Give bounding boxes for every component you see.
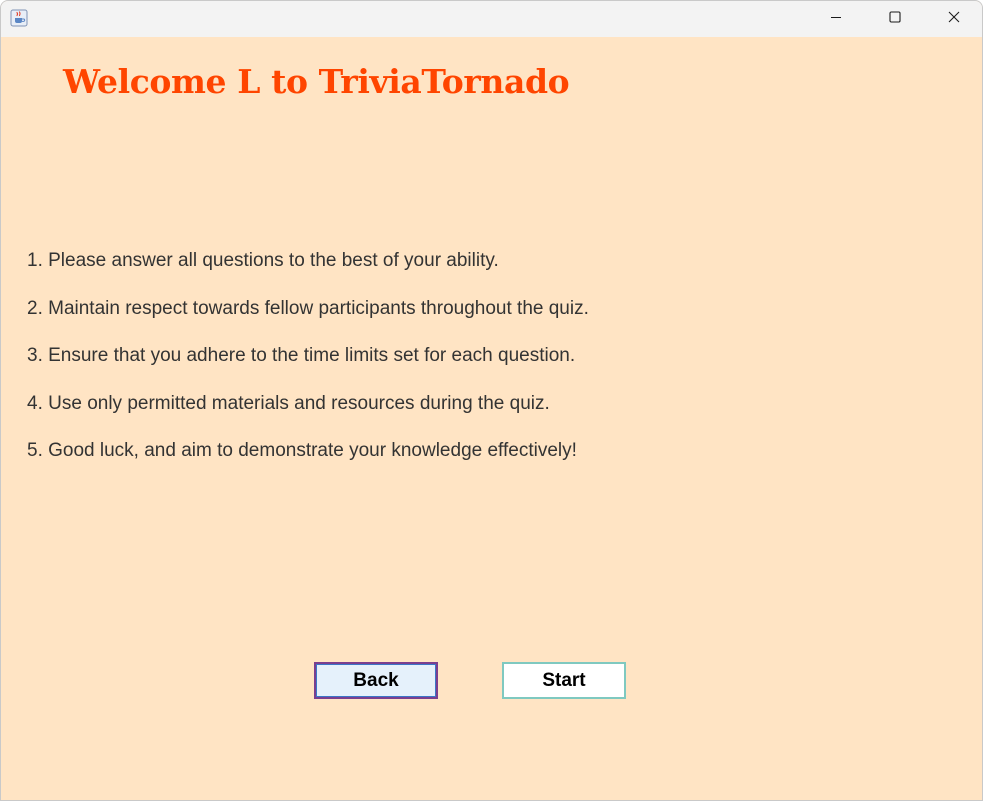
title-bar[interactable] xyxy=(1,1,982,37)
close-icon xyxy=(948,10,960,28)
rule-item: 3. Ensure that you adhere to the time li… xyxy=(27,345,576,366)
rule-item: 4. Use only permitted materials and reso… xyxy=(27,392,550,414)
start-button[interactable]: Start xyxy=(502,662,626,699)
rule-item: 2. Maintain respect towards fellow parti… xyxy=(27,297,589,319)
java-coffee-cup-icon[interactable] xyxy=(10,9,28,27)
maximize-button[interactable] xyxy=(866,1,924,37)
rule-item: 5. Good luck, and aim to demonstrate you… xyxy=(27,440,577,461)
app-window: Welcome L to TriviaTornado 1. Please ans… xyxy=(0,0,983,801)
minimize-icon xyxy=(830,10,842,28)
minimize-button[interactable] xyxy=(807,1,865,37)
page-title: Welcome L to TriviaTornado xyxy=(63,62,570,101)
main-panel: Welcome L to TriviaTornado 1. Please ans… xyxy=(1,37,982,800)
maximize-icon xyxy=(889,10,901,28)
rules-list: 1. Please answer all questions to the be… xyxy=(27,249,589,487)
back-button[interactable]: Back xyxy=(314,662,438,699)
rule-item: 1. Please answer all questions to the be… xyxy=(27,250,499,271)
close-button[interactable] xyxy=(925,1,982,37)
